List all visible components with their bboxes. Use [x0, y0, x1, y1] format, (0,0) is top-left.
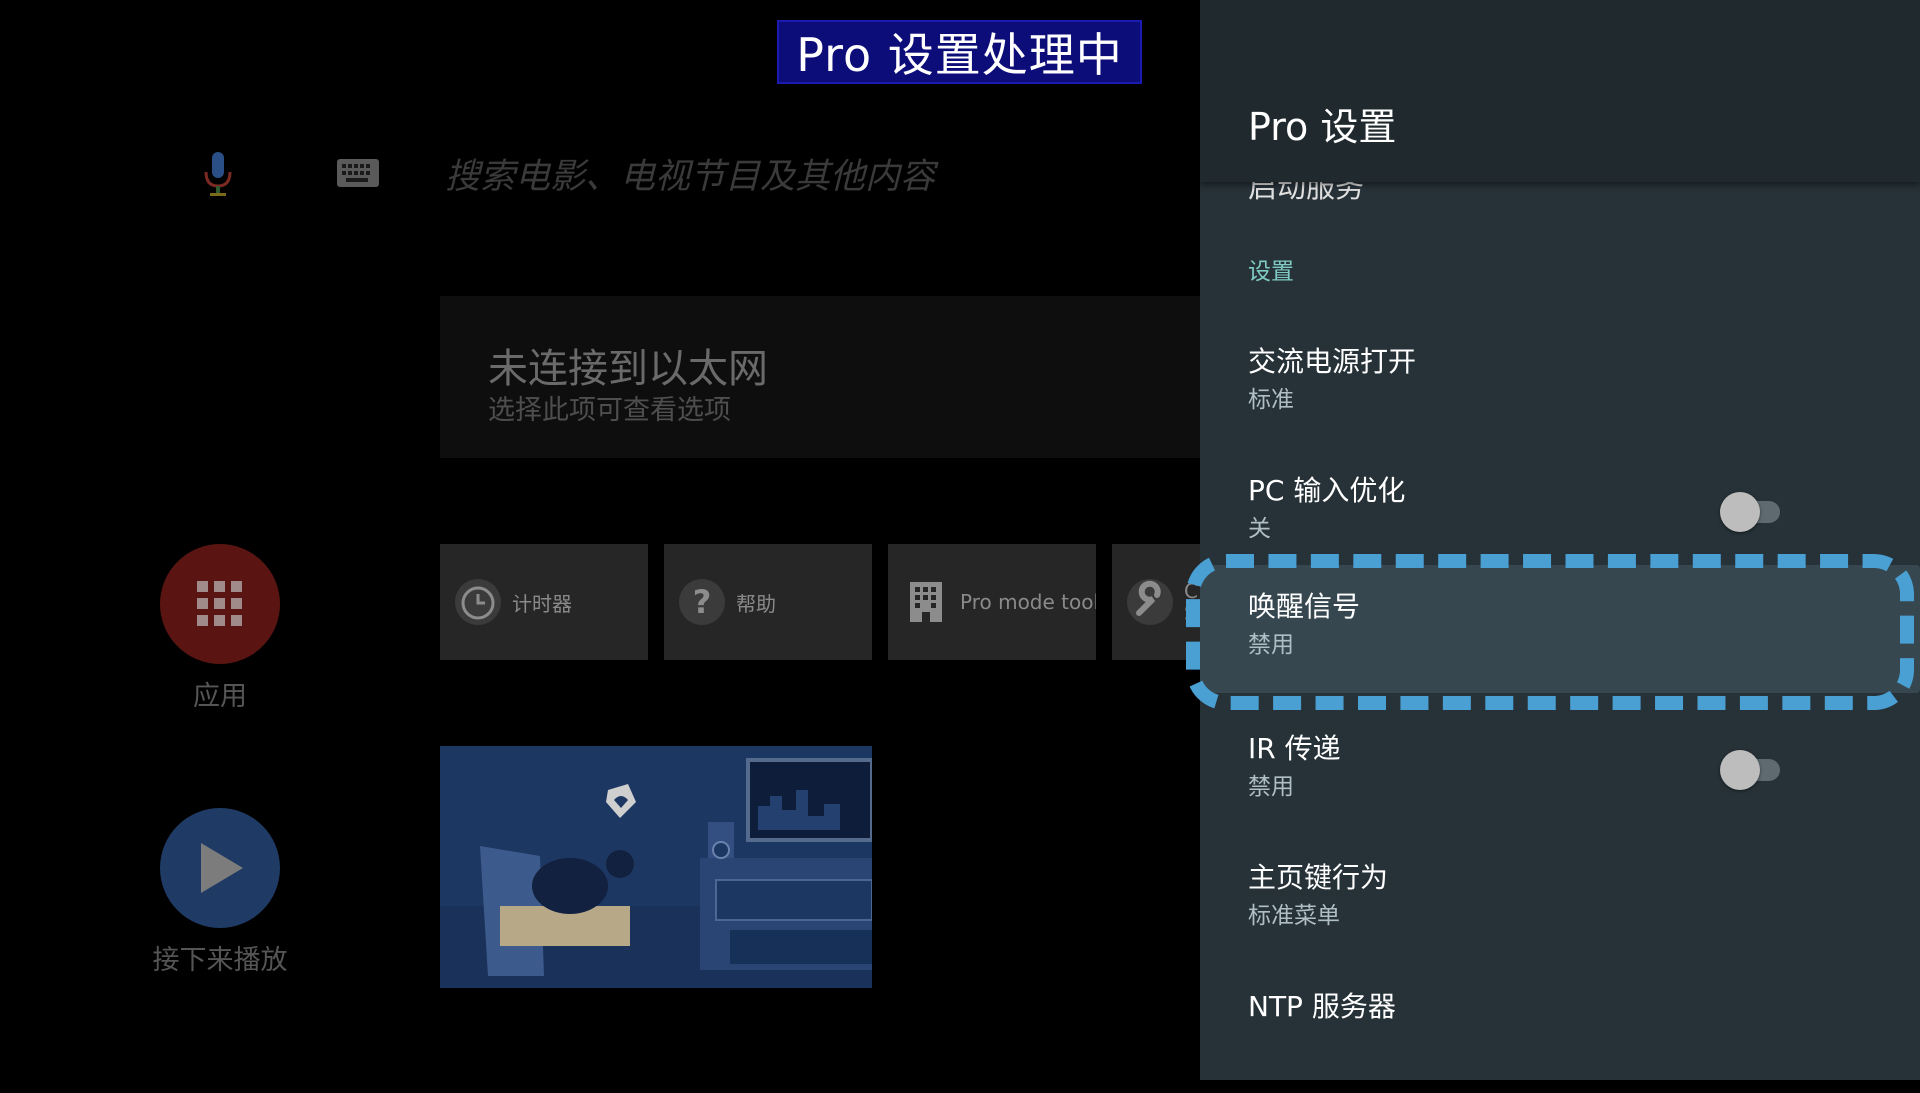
home-screen-background: 搜索电影、电视节目及其他内容 未连接到以太网 选择此项可查看选项 应用 接下来播… — [0, 0, 1200, 1080]
ethernet-status-subtitle: 选择此项可查看选项 — [488, 395, 731, 426]
search-hint[interactable]: 搜索电影、电视节目及其他内容 — [445, 148, 935, 199]
pro-mode-tool-label: Pro mode tool — [960, 590, 1096, 614]
ir-passthrough-title: IR 传递 — [1248, 732, 1341, 765]
ac-power-on-item[interactable]: 交流电源打开 标准 — [1200, 320, 1920, 448]
svg-text:?: ? — [693, 583, 712, 621]
timer-tile[interactable]: 计时器 — [440, 544, 648, 660]
ntp-server-item[interactable]: NTP 服务器 — [1200, 965, 1920, 1093]
pro-mode-tool-tile[interactable]: Pro mode tool — [888, 544, 1096, 660]
play-next-label: 接下来播放 — [152, 945, 288, 976]
pc-input-optimization-value: 关 — [1248, 516, 1271, 542]
home-key-behavior-item[interactable]: 主页键行为 标准菜单 — [1200, 836, 1920, 964]
ntp-server-title: NTP 服务器 — [1248, 990, 1396, 1023]
ethernet-status-title: 未连接到以太网 — [488, 346, 768, 392]
panel-header: Pro 设置 — [1200, 0, 1920, 182]
building-icon — [898, 574, 954, 630]
help-tile[interactable]: ? 帮助 — [664, 544, 872, 660]
wrench-icon — [1122, 574, 1178, 630]
settings-section-label: 设置 — [1248, 259, 1294, 285]
timer-tile-label: 计时器 — [512, 591, 572, 616]
pro-settings-panel: Pro 设置 启动服务 设置 交流电源打开 标准 PC 输入优化 关 唤醒信号 … — [1200, 0, 1920, 1080]
apps-button[interactable] — [160, 544, 280, 664]
processing-banner: Pro 设置处理中 — [777, 20, 1142, 84]
ir-passthrough-value: 禁用 — [1248, 774, 1294, 800]
play-next-button[interactable] — [160, 808, 280, 928]
ir-passthrough-toggle[interactable] — [1720, 749, 1786, 790]
timer-icon — [450, 574, 506, 630]
play-icon — [201, 843, 243, 893]
ethernet-status-card[interactable]: 未连接到以太网 选择此项可查看选项 — [440, 296, 1200, 458]
featured-content-thumbnail[interactable] — [440, 746, 872, 988]
home-key-behavior-title: 主页键行为 — [1248, 861, 1389, 894]
keyboard-icon[interactable] — [336, 158, 380, 188]
apps-grid-icon — [197, 581, 242, 626]
microphone-icon[interactable] — [200, 150, 236, 198]
help-tile-label: 帮助 — [736, 591, 776, 616]
home-key-behavior-value: 标准菜单 — [1248, 903, 1340, 929]
ac-power-on-title: 交流电源打开 — [1248, 345, 1417, 378]
ir-passthrough-item[interactable]: IR 传递 禁用 — [1200, 707, 1920, 835]
focus-highlight-ring — [1186, 554, 1914, 710]
apps-label: 应用 — [193, 681, 247, 712]
ac-power-on-value: 标准 — [1248, 387, 1294, 413]
help-icon: ? — [674, 574, 730, 630]
panel-title: Pro 设置 — [1248, 105, 1397, 149]
pc-input-optimization-toggle[interactable] — [1720, 491, 1786, 532]
pc-input-optimization-title: PC 输入优化 — [1248, 474, 1406, 507]
